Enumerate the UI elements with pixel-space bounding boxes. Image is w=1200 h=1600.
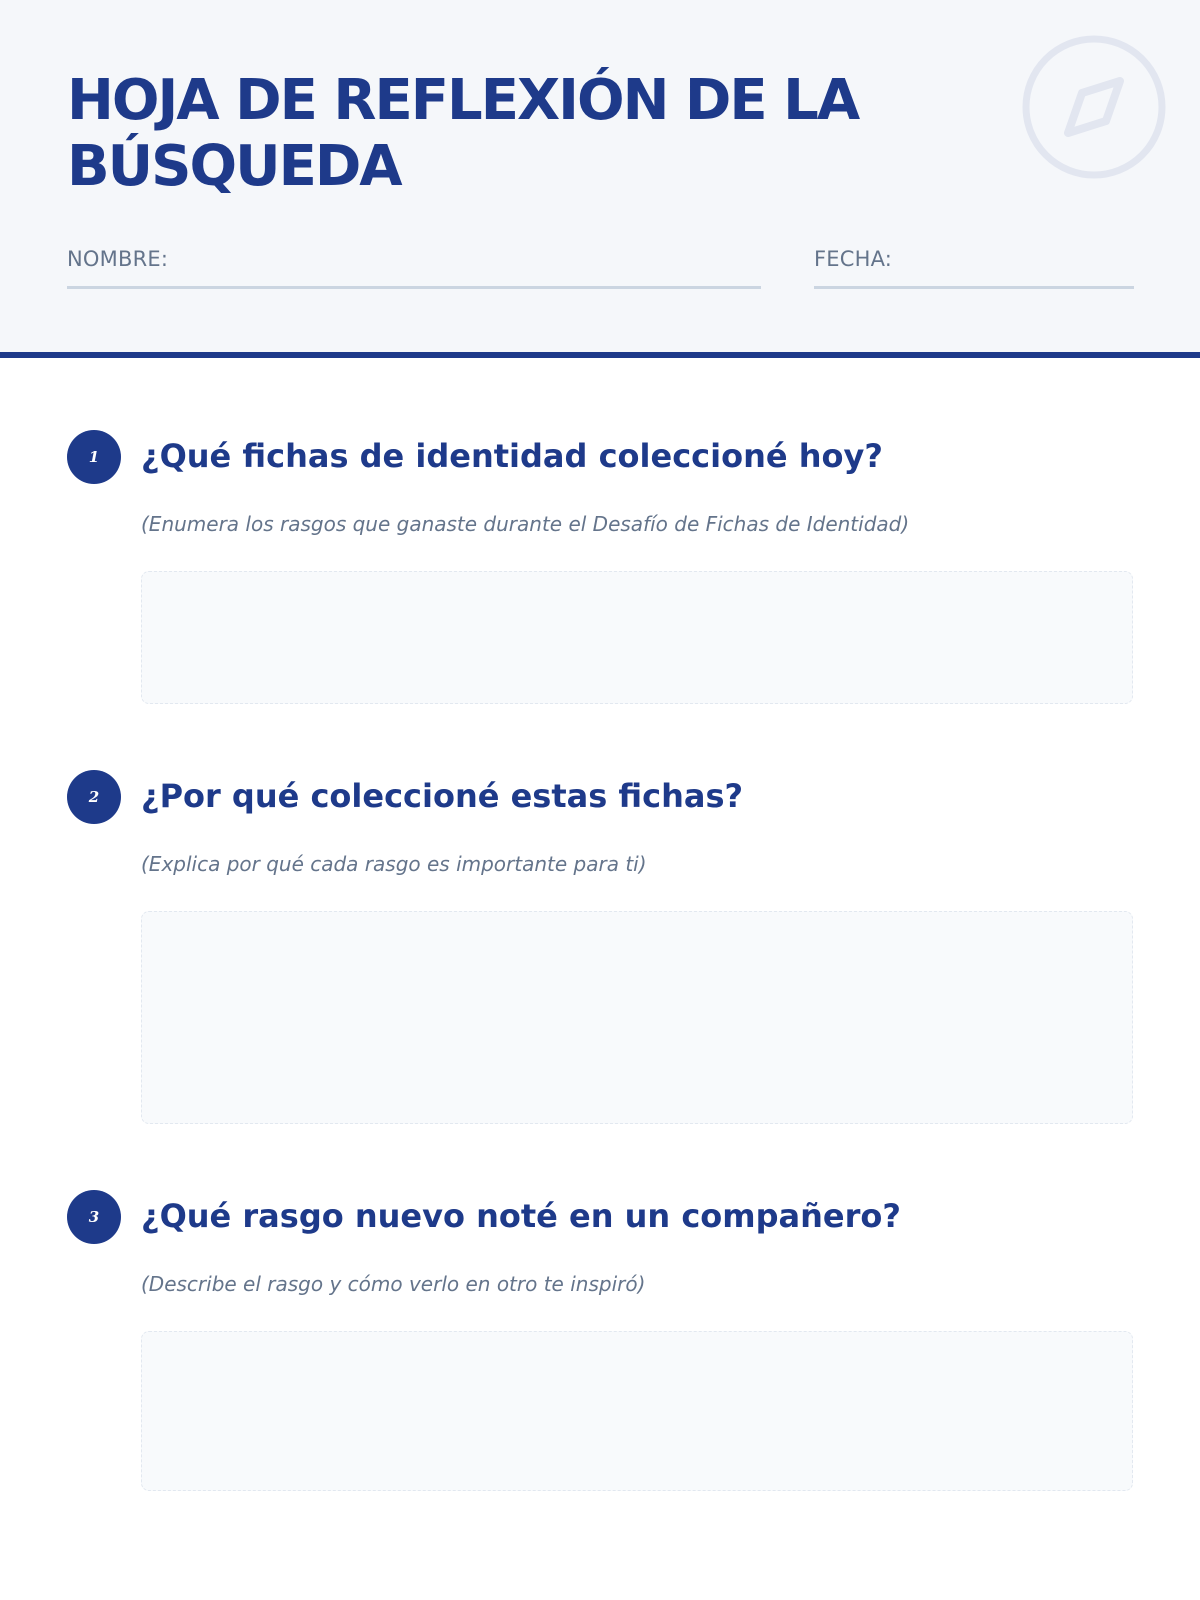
question-hint: (Describe el rasgo y cómo verlo en otro … bbox=[141, 1272, 646, 1296]
page-title: HOJA DE REFLEXIÓN DE LA BÚSQUEDA bbox=[67, 68, 860, 199]
question-prompt: ¿Por qué coleccioné estas fichas? bbox=[141, 777, 744, 815]
answer-box-1[interactable] bbox=[141, 571, 1133, 704]
question-hint: (Enumera los rasgos que ganaste durante … bbox=[141, 512, 910, 536]
date-field-label: FECHA: bbox=[814, 247, 893, 271]
question-number-badge: 2 bbox=[67, 770, 121, 824]
question-number-badge: 3 bbox=[67, 1190, 121, 1244]
question-hint: (Explica por qué cada rasgo es important… bbox=[141, 852, 647, 876]
question-prompt: ¿Qué fichas de identidad coleccioné hoy? bbox=[141, 437, 883, 475]
worksheet-header: HOJA DE REFLEXIÓN DE LA BÚSQUEDA NOMBRE:… bbox=[0, 0, 1200, 358]
question-prompt: ¿Qué rasgo nuevo noté en un compañero? bbox=[141, 1197, 901, 1235]
compass-icon bbox=[1022, 35, 1166, 179]
answer-box-2[interactable] bbox=[141, 911, 1133, 1124]
question-number-badge: 1 bbox=[67, 430, 121, 484]
date-field-line[interactable] bbox=[814, 286, 1134, 289]
name-field-line[interactable] bbox=[67, 286, 761, 289]
name-field-label: NOMBRE: bbox=[67, 247, 169, 271]
answer-box-3[interactable] bbox=[141, 1331, 1133, 1491]
